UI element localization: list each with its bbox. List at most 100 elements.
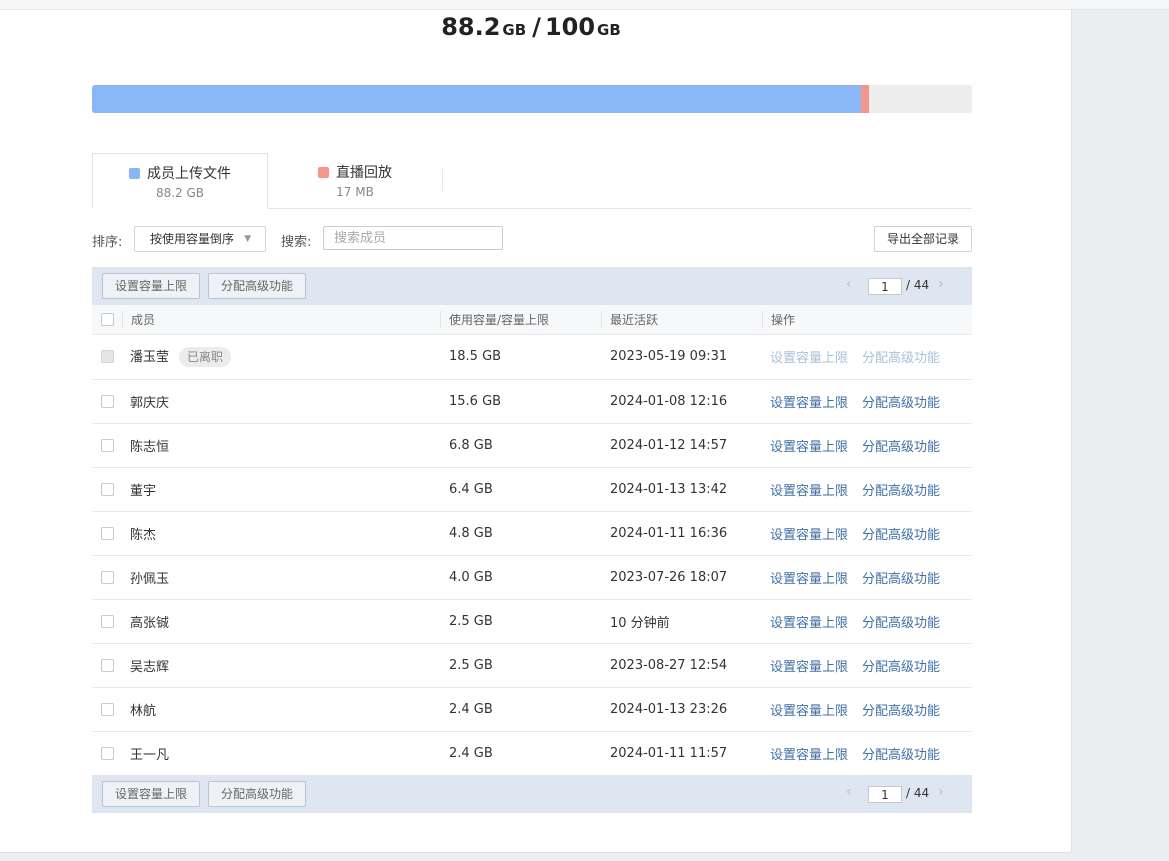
chevron-down-icon: ▼ <box>244 234 251 244</box>
row-checkbox[interactable] <box>101 394 114 408</box>
table-row: 高张铖 2.5 GB 10 分钟前 设置容量上限 分配高级功能 <box>92 599 972 644</box>
select-all-checkbox[interactable] <box>101 313 114 327</box>
assign-features-link[interactable]: 分配高级功能 <box>862 660 940 675</box>
assign-features-link[interactable]: 分配高级功能 <box>862 616 940 631</box>
category-tab-replay[interactable]: 直播回放 17 MB <box>268 153 442 209</box>
page-total: / 44 <box>906 278 930 292</box>
set-limit-link[interactable]: 设置容量上限 <box>770 396 848 411</box>
member-name-cell: 吴志辉 <box>122 643 440 688</box>
actions-cell: 设置容量上限 分配高级功能 <box>762 379 972 424</box>
usage-cell: 15.6 GB <box>440 379 601 424</box>
assign-features-link[interactable]: 分配高级功能 <box>862 572 940 587</box>
usage-cell: 6.8 GB <box>440 423 601 468</box>
usage-segment-uploads <box>92 85 861 113</box>
assign-features-link[interactable]: 分配高级功能 <box>862 704 940 719</box>
set-limit-link[interactable]: 设置容量上限 <box>770 704 848 719</box>
pagination: ‹ / 44 › <box>842 267 972 305</box>
member-name-cell: 潘玉莹 已离职 <box>122 334 440 380</box>
table-row: 陈志恒 6.8 GB 2024-01-12 14:57 设置容量上限 分配高级功能 <box>92 423 972 468</box>
member-name: 林航 <box>130 703 157 719</box>
export-all-button[interactable]: 导出全部记录 <box>874 226 972 252</box>
row-checkbox-cell <box>92 687 122 732</box>
page-input[interactable] <box>868 278 902 295</box>
chevron-right-icon[interactable]: › <box>938 784 944 800</box>
usage-cell: 18.5 GB <box>440 334 601 380</box>
assign-features-link[interactable]: 分配高级功能 <box>862 748 940 763</box>
batch-assign-button[interactable]: 分配高级功能 <box>208 781 306 807</box>
set-limit-link: 设置容量上限 <box>770 351 849 366</box>
storage-total: 88.2 GB/100 GB <box>0 10 1064 49</box>
member-name: 陈杰 <box>130 527 157 543</box>
member-name: 潘玉莹 <box>130 350 170 365</box>
page-input[interactable] <box>868 786 902 803</box>
row-checkbox[interactable] <box>101 438 114 452</box>
sort-select[interactable]: 按使用容量倒序 ▼ <box>134 226 266 252</box>
actions-cell: 设置容量上限 分配高级功能 <box>762 511 972 556</box>
last-active-cell: 2024-01-08 12:16 <box>601 379 762 424</box>
header-actions: 操作 <box>762 305 972 335</box>
member-table-body: 潘玉莹 已离职 18.5 GB 2023-05-19 09:31 设置容量上限 分配高级功… <box>92 334 972 776</box>
set-limit-link[interactable]: 设置容量上限 <box>770 528 848 543</box>
total-value: 100 <box>544 13 596 41</box>
member-name-cell: 陈杰 <box>122 511 440 556</box>
header-checkbox-cell <box>92 305 122 335</box>
member-name-cell: 林航 <box>122 687 440 732</box>
header-last-active: 最近活跃 <box>601 305 762 335</box>
set-limit-link[interactable]: 设置容量上限 <box>770 572 848 587</box>
member-name-cell: 郭庆庆 <box>122 379 440 424</box>
table-header-row: 成员 使用容量/容量上限 最近活跃 操作 <box>92 305 972 335</box>
sort-label: 排序: <box>92 235 123 250</box>
assign-features-link[interactable]: 分配高级功能 <box>862 484 940 499</box>
batch-set-limit-button[interactable]: 设置容量上限 <box>102 781 200 807</box>
usage-cell: 2.5 GB <box>440 599 601 644</box>
row-checkbox-cell <box>92 555 122 600</box>
set-limit-link[interactable]: 设置容量上限 <box>770 484 848 499</box>
category-label: 直播回放 <box>336 165 392 181</box>
batch-set-limit-button[interactable]: 设置容量上限 <box>102 273 200 299</box>
search-input[interactable] <box>323 226 503 250</box>
chevron-left-icon[interactable]: ‹ <box>846 784 852 800</box>
chevron-left-icon[interactable]: ‹ <box>846 276 852 292</box>
row-checkbox-cell <box>92 643 122 688</box>
table-row: 董宇 6.4 GB 2024-01-13 13:42 设置容量上限 分配高级功能 <box>92 467 972 512</box>
assign-features-link[interactable]: 分配高级功能 <box>862 440 940 455</box>
table-row: 王一凡 2.4 GB 2024-01-11 11:57 设置容量上限 分配高级功能 <box>92 731 972 776</box>
member-name-cell: 高张铖 <box>122 599 440 644</box>
actions-cell: 设置容量上限 分配高级功能 <box>762 599 972 644</box>
category-tabs: 成员上传文件 88.2 GB 直播回放 17 MB <box>92 153 972 209</box>
row-checkbox[interactable] <box>101 746 114 760</box>
row-checkbox-cell <box>92 511 122 556</box>
filter-bar: 排序: 按使用容量倒序 ▼ 搜索: 导出全部记录 <box>92 226 972 252</box>
row-checkbox[interactable] <box>101 482 114 496</box>
usage-cell: 2.4 GB <box>440 731 601 776</box>
member-name: 郭庆庆 <box>130 395 170 411</box>
row-checkbox[interactable] <box>101 526 114 540</box>
usage-cell: 4.8 GB <box>440 511 601 556</box>
set-limit-link[interactable]: 设置容量上限 <box>770 660 848 675</box>
set-limit-link[interactable]: 设置容量上限 <box>770 748 848 763</box>
row-checkbox[interactable] <box>101 614 114 628</box>
table-row: 郭庆庆 15.6 GB 2024-01-08 12:16 设置容量上限 分配高级功能 <box>92 379 972 424</box>
usage-segment-replay <box>861 85 869 113</box>
assign-features-link[interactable]: 分配高级功能 <box>862 528 940 543</box>
row-checkbox-cell <box>92 731 122 776</box>
category-tab-uploads[interactable]: 成员上传文件 88.2 GB <box>92 153 268 209</box>
last-active-cell: 2024-01-13 13:42 <box>601 467 762 512</box>
row-checkbox[interactable] <box>101 702 114 716</box>
table-row: 潘玉莹 已离职 18.5 GB 2023-05-19 09:31 设置容量上限 分配高级功… <box>92 334 972 380</box>
batch-assign-button[interactable]: 分配高级功能 <box>208 273 306 299</box>
member-name-cell: 孙佩玉 <box>122 555 440 600</box>
assign-features-link: 分配高级功能 <box>862 351 941 366</box>
table-row: 吴志辉 2.5 GB 2023-08-27 12:54 设置容量上限 分配高级功能 <box>92 643 972 688</box>
chevron-right-icon[interactable]: › <box>938 276 944 292</box>
row-checkbox[interactable] <box>101 570 114 584</box>
member-name: 陈志恒 <box>130 439 170 455</box>
set-limit-link[interactable]: 设置容量上限 <box>770 616 848 631</box>
header-usage: 使用容量/容量上限 <box>440 305 601 335</box>
set-limit-link[interactable]: 设置容量上限 <box>770 440 848 455</box>
row-checkbox[interactable] <box>101 658 114 672</box>
last-active-cell: 2024-01-11 11:57 <box>601 731 762 776</box>
storage-panel: 88.2 GB/100 GB 成员上传文件 88.2 GB 直播回放 17 MB 排… <box>0 10 1072 853</box>
member-name-cell: 陈志恒 <box>122 423 440 468</box>
assign-features-link[interactable]: 分配高级功能 <box>862 396 940 411</box>
